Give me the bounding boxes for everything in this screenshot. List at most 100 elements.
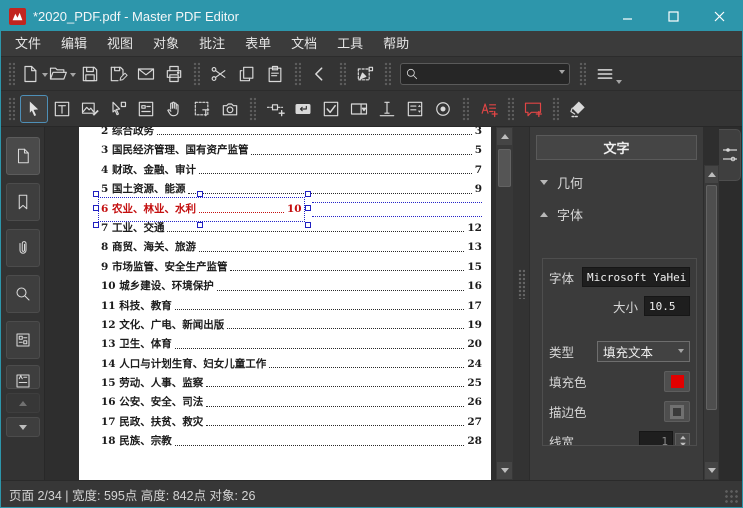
toc-line: 4 财政、金融、审计 7 [101,163,482,176]
listbox-field-tool[interactable] [401,95,429,123]
menu-item[interactable]: 工具 [327,31,373,56]
scroll-up-arrow[interactable] [705,166,718,183]
menu-item[interactable]: 批注 [189,31,235,56]
navigate-back-button[interactable] [306,60,334,88]
selection-handle[interactable] [197,221,204,228]
toolbar-grip[interactable] [462,96,469,121]
menu-item[interactable]: 编辑 [51,31,97,56]
toolbar-grip[interactable] [8,61,15,86]
checkbox-field-tool[interactable] [317,95,345,123]
snapshot-tool[interactable] [216,95,244,123]
splitter-grip[interactable] [518,269,525,299]
menu-item[interactable]: 文件 [5,31,51,56]
scrollbar-thumb[interactable] [498,149,511,187]
scroll-down-arrow[interactable] [497,462,512,479]
toolbar-grip[interactable] [339,61,346,86]
section-font[interactable]: 字体 [540,205,703,224]
menu-item[interactable]: 文档 [281,31,327,56]
selection-handle[interactable] [93,221,99,228]
menu-item[interactable]: 对象 [143,31,189,56]
toolbar-grip[interactable] [579,61,586,86]
fill-color-button[interactable] [664,371,690,392]
save-button[interactable] [76,60,104,88]
minimize-button[interactable] [604,1,650,31]
stroke-color-button[interactable] [664,401,690,422]
resize-grip[interactable] [725,490,739,504]
edit-text-tool[interactable] [48,95,76,123]
print-button[interactable] [160,60,188,88]
document-viewport[interactable]: 2 综合政务 3 3 国民经济管理、国有资产监管 5 4 财政、金融、审计 7 5 国土资源… [45,127,495,480]
scrollbar-thumb[interactable] [706,185,717,410]
type-dropdown[interactable]: 填充文本 [597,341,690,362]
sidebar-pages-button[interactable] [5,137,40,175]
panel-scrollbar[interactable] [703,165,719,480]
edit-document-tool[interactable] [132,95,160,123]
main-menu-button[interactable] [591,60,622,88]
text-field-tool[interactable] [373,95,401,123]
panel-splitter[interactable] [513,127,529,480]
section-geometry[interactable]: 几何 [540,173,703,192]
pdf-page[interactable]: 2 综合政务 3 3 国民经济管理、国有资产监管 5 4 财政、金融、审计 7 5 国土资源… [79,127,491,480]
add-note-tool[interactable] [519,95,547,123]
cut-button[interactable] [205,60,233,88]
toolbar-grip[interactable] [193,61,200,86]
edit-path-tool[interactable] [104,95,132,123]
add-text-annotation-tool[interactable] [474,95,502,123]
selection-handle[interactable] [93,205,99,212]
copy-icon [239,66,254,81]
selected-text-object[interactable]: 6 农业、林业、水利 10 [93,190,311,228]
search-box[interactable] [400,62,570,85]
selection-handle[interactable] [304,221,311,228]
close-button[interactable] [696,1,742,31]
selection-handle[interactable] [304,190,311,197]
sidebar-scroll-down-button[interactable] [5,417,40,437]
font-name-input[interactable]: Microsoft YaHei [582,267,690,287]
toolbar-grip[interactable] [384,61,391,86]
scroll-down-arrow[interactable] [705,462,718,479]
sidebar-annotations-button[interactable] [5,365,40,389]
properties-toggle-tab[interactable] [719,129,741,181]
sidebar-form-fields-button[interactable] [5,321,40,359]
highlighter-tool[interactable] [564,95,592,123]
zoom-selection-button[interactable] [351,60,379,88]
selection-handle[interactable] [304,205,311,212]
sidebar-search-button[interactable] [5,275,40,313]
sidebar-scroll-up-button[interactable] [5,393,40,413]
insert-node-tool[interactable] [261,95,289,123]
selection-handle[interactable] [197,190,204,197]
scroll-up-arrow[interactable] [497,128,512,145]
new-document-button[interactable] [20,60,48,88]
toolbar-grip[interactable] [294,61,301,86]
toolbar-grip[interactable] [552,96,559,121]
combobox-field-tool[interactable] [345,95,373,123]
line-width-input[interactable]: 1 [639,431,673,445]
document-scrollbar[interactable] [495,127,513,480]
toolbar-grip[interactable] [507,96,514,121]
menu-item[interactable]: 视图 [97,31,143,56]
section-label: 几何 [557,176,584,191]
size-input[interactable]: 10.5 [644,296,690,316]
line-width-spinner[interactable] [675,432,690,445]
toolbar-grip[interactable] [8,96,15,121]
paste-button[interactable] [261,60,289,88]
radio-field-tool[interactable] [429,95,457,123]
chevron-down-icon[interactable] [559,70,565,77]
search-input[interactable] [419,65,557,82]
edit-image-tool[interactable] [76,95,104,123]
maximize-button[interactable] [650,1,696,31]
save-as-button[interactable] [104,60,132,88]
hand-tool[interactable] [160,95,188,123]
sidebar-bookmarks-button[interactable] [5,183,40,221]
menu-item[interactable]: 表单 [235,31,281,56]
send-email-button[interactable] [132,60,160,88]
menu-item[interactable]: 帮助 [373,31,419,56]
toolbar-grip[interactable] [249,96,256,121]
select-text-area-tool[interactable] [188,95,216,123]
font-group: 字体 Microsoft YaHei 大小 10.5 类型 填充文本 填充色 描… [542,258,697,446]
button-field-tool[interactable] [289,95,317,123]
select-object-tool[interactable] [20,94,48,123]
open-document-button[interactable] [48,60,76,88]
selection-handle[interactable] [93,190,99,197]
sidebar-attachments-button[interactable] [5,229,40,267]
copy-button[interactable] [233,60,261,88]
